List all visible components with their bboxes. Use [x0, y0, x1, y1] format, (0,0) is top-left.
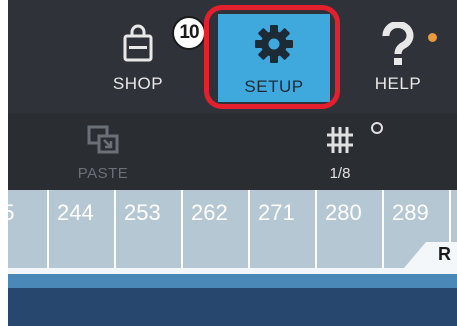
timeline-ruler[interactable]: 35 244 253 262 271 280 289 2 — [8, 190, 457, 268]
grid-icon — [327, 127, 353, 153]
small-circle-icon — [371, 122, 383, 134]
grid-value: 1/8 — [329, 165, 351, 182]
grid-snap-button[interactable]: 1/8 — [298, 113, 398, 190]
question-icon — [382, 22, 414, 65]
app-window: SHOP 10 SETUP HELP PASTE 1/8 5 244 253 2… — [8, 0, 457, 326]
ruler-ticks: 35 244 253 262 271 280 289 2 — [8, 190, 457, 268]
shopping-bag-icon — [123, 24, 153, 62]
ruler-tick: 271 — [250, 190, 317, 268]
edit-toolbar: PASTE 1/8 — [8, 113, 457, 190]
ruler-tick: 280 — [317, 190, 384, 268]
region-end-marker[interactable]: R — [404, 242, 457, 268]
ruler-tick: 35 — [8, 190, 49, 268]
help-button[interactable]: HELP — [358, 0, 438, 113]
paste-button[interactable]: PASTE — [63, 113, 143, 190]
ruler-tick: 244 — [49, 190, 116, 268]
shop-label: SHOP — [112, 74, 164, 93]
help-notification-dot — [428, 33, 437, 42]
ruler-tick: 253 — [116, 190, 183, 268]
ruler-tick: 262 — [183, 190, 250, 268]
marker-label: R — [438, 244, 451, 264]
setup-callout-outline — [204, 5, 340, 109]
paste-icon — [87, 125, 119, 154]
top-toolbar: SHOP 10 SETUP HELP — [8, 0, 457, 113]
shop-button[interactable]: SHOP — [98, 0, 178, 113]
shop-notification-badge: 10 — [172, 16, 206, 50]
track-header-strip — [8, 274, 457, 288]
paste-label: PASTE — [77, 165, 129, 182]
help-label: HELP — [374, 74, 422, 93]
track-area[interactable] — [8, 288, 457, 326]
